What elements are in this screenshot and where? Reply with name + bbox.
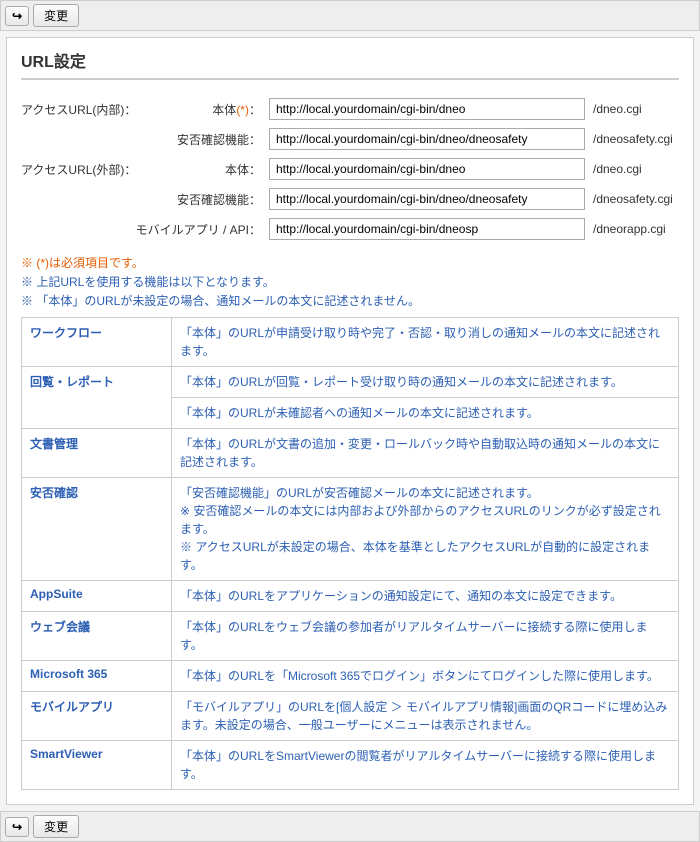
label-body-ext: 本体：: [145, 161, 265, 178]
back-button-bottom[interactable]: ↩: [5, 817, 29, 837]
info-category: 文書管理: [22, 429, 172, 478]
change-button-bottom[interactable]: 変更: [33, 815, 79, 838]
table-row: 安否確認「安否確認機能」のURLが安否確認メールの本文に記述されます。 ※ 安否…: [22, 478, 679, 581]
info-description: 「本体」のURLが未確認者への通知メールの本文に記述されます。: [172, 398, 679, 429]
suffix-internal-body: /dneo.cgi: [589, 102, 679, 116]
info-description: 「モバイルアプリ」のURLを[個人設定 ＞ モバイルアプリ情報]画面のQRコード…: [172, 692, 679, 741]
label-safety-internal: 安否確認機能：: [145, 131, 265, 148]
note-line3: ※ 「本体」のURLが未設定の場合、通知メールの本文に記述されません。: [21, 292, 679, 309]
info-description: 「本体」のURLが回覧・レポート受け取り時の通知メールの本文に記述されます。: [172, 367, 679, 398]
row-mobile: モバイルアプリ / API： /dneorapp.cgi: [21, 214, 679, 244]
info-description: 「本体」のURLをウェブ会議の参加者がリアルタイムサーバーに接続する際に使用しま…: [172, 612, 679, 661]
table-row: SmartViewer「本体」のURLをSmartViewerの閲覧者がリアルタ…: [22, 741, 679, 790]
input-internal-body[interactable]: [269, 98, 585, 120]
info-category: SmartViewer: [22, 741, 172, 790]
info-category: 安否確認: [22, 478, 172, 581]
panel-title: URL設定: [21, 48, 679, 80]
input-internal-safety[interactable]: [269, 128, 585, 150]
note-line2: ※ 上記URLを使用する機能は以下となります。: [21, 273, 679, 290]
row-internal-safety: 安否確認機能： /dneosafety.cgi: [21, 124, 679, 154]
info-description: 「本体」のURLを「Microsoft 365でログイン」ボタンにてログインした…: [172, 661, 679, 692]
input-mobile[interactable]: [269, 218, 585, 240]
table-row: ウェブ会議「本体」のURLをウェブ会議の参加者がリアルタイムサーバーに接続する際…: [22, 612, 679, 661]
form-rows: アクセスURL(内部)： 本体(*)： /dneo.cgi 安否確認機能： /d…: [21, 94, 679, 244]
table-row: Microsoft 365「本体」のURLを「Microsoft 365でログイ…: [22, 661, 679, 692]
info-description: 「本体」のURLをSmartViewerの閲覧者がリアルタイムサーバーに接続する…: [172, 741, 679, 790]
label-mobile: モバイルアプリ / API：: [21, 221, 265, 238]
info-table: ワークフロー「本体」のURLが申請受け取り時や完了・否認・取り消しの通知メールの…: [21, 317, 679, 790]
settings-panel: URL設定 アクセスURL(内部)： 本体(*)： /dneo.cgi 安否確認…: [6, 37, 694, 805]
row-external-safety: 安否確認機能： /dneosafety.cgi: [21, 184, 679, 214]
table-row: 文書管理「本体」のURLが文書の追加・変更・ロールバック時や自動取込時の通知メー…: [22, 429, 679, 478]
info-category: Microsoft 365: [22, 661, 172, 692]
info-category: ワークフロー: [22, 318, 172, 367]
back-arrow-icon: ↩: [12, 9, 22, 23]
row-external-body: アクセスURL(外部)： 本体： /dneo.cgi: [21, 154, 679, 184]
info-category: ウェブ会議: [22, 612, 172, 661]
info-category: 回覧・レポート: [22, 367, 172, 429]
change-button-top[interactable]: 変更: [33, 4, 79, 27]
table-row: 回覧・レポート「本体」のURLが回覧・レポート受け取り時の通知メールの本文に記述…: [22, 367, 679, 398]
label-external: アクセスURL(外部)：: [21, 161, 141, 178]
suffix-external-body: /dneo.cgi: [589, 162, 679, 176]
back-arrow-icon-bottom: ↩: [12, 820, 22, 834]
input-external-safety[interactable]: [269, 188, 585, 210]
info-description: 「本体」のURLをアプリケーションの通知設定にて、通知の本文に設定できます。: [172, 581, 679, 612]
info-description: 「安否確認機能」のURLが安否確認メールの本文に記述されます。 ※ 安否確認メー…: [172, 478, 679, 581]
suffix-internal-safety: /dneosafety.cgi: [589, 132, 679, 146]
note-required: ※ (*)は必須項目です。: [21, 254, 679, 271]
info-category: AppSuite: [22, 581, 172, 612]
bottom-toolbar: ↩ 変更: [0, 811, 700, 842]
top-toolbar: ↩ 変更: [0, 0, 700, 31]
suffix-external-safety: /dneosafety.cgi: [589, 192, 679, 206]
row-internal-body: アクセスURL(内部)： 本体(*)： /dneo.cgi: [21, 94, 679, 124]
label-body-req: 本体(*)：: [145, 101, 265, 118]
suffix-mobile: /dneorapp.cgi: [589, 222, 679, 236]
label-internal: アクセスURL(内部)：: [21, 101, 141, 118]
info-description: 「本体」のURLが文書の追加・変更・ロールバック時や自動取込時の通知メールの本文…: [172, 429, 679, 478]
label-safety-external: 安否確認機能：: [145, 191, 265, 208]
info-description: 「本体」のURLが申請受け取り時や完了・否認・取り消しの通知メールの本文に記述さ…: [172, 318, 679, 367]
notes: ※ (*)は必須項目です。 ※ 上記URLを使用する機能は以下となります。 ※ …: [21, 254, 679, 309]
table-row: ワークフロー「本体」のURLが申請受け取り時や完了・否認・取り消しの通知メールの…: [22, 318, 679, 367]
info-category: モバイルアプリ: [22, 692, 172, 741]
table-row: モバイルアプリ「モバイルアプリ」のURLを[個人設定 ＞ モバイルアプリ情報]画…: [22, 692, 679, 741]
table-row: AppSuite「本体」のURLをアプリケーションの通知設定にて、通知の本文に設…: [22, 581, 679, 612]
input-external-body[interactable]: [269, 158, 585, 180]
back-button[interactable]: ↩: [5, 6, 29, 26]
